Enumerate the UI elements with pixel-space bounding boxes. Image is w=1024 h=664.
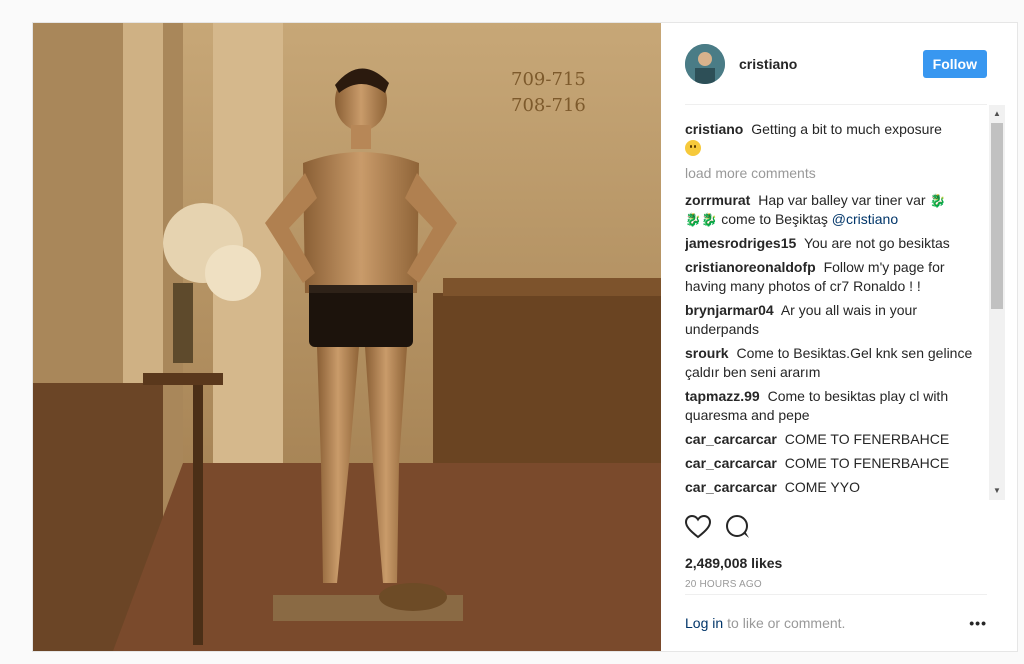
comment-username[interactable]: car_carcarcar — [685, 479, 777, 495]
comments-section: cristiano Getting a bit to much exposure… — [685, 105, 1005, 500]
username-link[interactable]: cristiano — [739, 56, 923, 72]
login-prompt-text: to like or comment. — [727, 615, 846, 631]
post-header: cristiano Follow — [685, 23, 987, 105]
more-options-icon[interactable]: ••• — [969, 615, 987, 631]
follow-button[interactable]: Follow — [922, 49, 987, 78]
comment-text: COME TO FENERBAHCE — [784, 455, 950, 471]
mention-link[interactable]: @cristiano — [832, 211, 898, 227]
comments-scrollbar[interactable]: ▲ ▼ — [989, 105, 1005, 500]
comment-username[interactable]: jamesrodriges15 — [685, 235, 796, 251]
login-footer: Log in to like or comment. ••• — [685, 594, 987, 651]
comment-item: zorrmurat Hap var balley var tiner var 🐉… — [685, 191, 979, 229]
comment-item: brynjarmar04 Ar you all wais in your und… — [685, 301, 979, 339]
comment-username[interactable]: tapmazz.99 — [685, 388, 760, 404]
avatar[interactable] — [685, 43, 725, 84]
comment-username[interactable]: car_carcarcar — [685, 455, 777, 471]
dragon-emoji-icon: 🐉 — [929, 193, 946, 208]
dragon-emoji-icon: 🐉🐉 — [685, 212, 718, 227]
comment-icon[interactable] — [725, 514, 751, 545]
room-sign-2: 708-716 — [511, 95, 586, 116]
comment-text: COME YYO — [784, 479, 860, 495]
post-card: 709-715 708-716 cristiano Follow cristia… — [32, 22, 1018, 652]
post-actions — [684, 514, 993, 545]
scroll-down-arrow-icon[interactable]: ▼ — [989, 484, 1005, 498]
scroll-up-arrow-icon[interactable]: ▲ — [989, 107, 1005, 121]
likes-count[interactable]: 2,489,008 likes — [685, 555, 993, 571]
comment-item: car_carcarcar COME TO FENERBAHCE — [685, 430, 979, 449]
comment-username[interactable]: zorrmurat — [685, 192, 750, 208]
heart-icon[interactable] — [684, 514, 712, 544]
comment-item: cristianoreonaldofp Follow m'y page for … — [685, 258, 979, 296]
comment-username[interactable]: cristianoreonaldofp — [685, 259, 816, 275]
comment-text: Hap var balley var tiner var — [758, 192, 926, 208]
comment-username[interactable]: srourk — [685, 345, 729, 361]
comment-text: You are not go besiktas — [803, 235, 950, 251]
load-more-comments-button[interactable]: load more comments — [685, 164, 979, 183]
caption: cristiano Getting a bit to much exposure — [685, 120, 979, 158]
comment-item: car_carcarcar COME TO FENERBAHCE — [685, 454, 979, 473]
comment-username[interactable]: car_carcarcar — [685, 431, 777, 447]
caption-text: Getting a bit to much exposure — [751, 121, 942, 137]
comment-text: COME TO FENERBAHCE — [784, 431, 950, 447]
comment-item: jamesrodriges15 You are not go besiktas — [685, 234, 979, 253]
smile-emoji-icon — [685, 140, 701, 156]
room-sign-1: 709-715 — [511, 69, 586, 90]
post-timestamp[interactable]: 20 HOURS AGO — [685, 579, 993, 590]
login-link[interactable]: Log in — [685, 615, 723, 631]
post-image[interactable]: 709-715 708-716 — [33, 23, 661, 651]
caption-username[interactable]: cristiano — [685, 121, 743, 137]
comment-item: srourk Come to Besiktas.Gel knk sen geli… — [685, 344, 979, 382]
comment-username[interactable]: brynjarmar04 — [685, 302, 774, 318]
post-sidebar: cristiano Follow cristiano Getting a bit… — [661, 23, 1017, 651]
scrollbar-thumb[interactable] — [991, 123, 1003, 309]
comment-item: tapmazz.99 Come to besiktas play cl with… — [685, 387, 979, 425]
comment-item: car_carcarcar COME YYO — [685, 478, 979, 497]
post-photo: 709-715 708-716 — [33, 23, 661, 651]
comments-list[interactable]: cristiano Getting a bit to much exposure… — [685, 105, 1005, 500]
comment-text: come to Beşiktaş — [721, 211, 828, 227]
